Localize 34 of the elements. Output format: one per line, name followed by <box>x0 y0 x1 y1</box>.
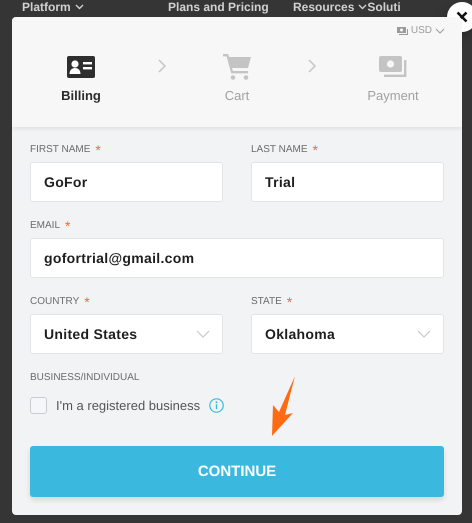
checkbox[interactable] <box>30 397 47 414</box>
cash-icon <box>379 56 407 78</box>
chevron-down-icon <box>196 330 210 338</box>
nav-link[interactable]: Plans and Pricing <box>168 0 269 14</box>
field-label: LAST NAME <box>251 144 308 156</box>
select-field[interactable]: United States <box>30 314 223 354</box>
input-field[interactable]: gofortrial@gmail.com <box>30 238 444 278</box>
field-label: STATE <box>251 296 282 308</box>
chevron-right-icon <box>308 59 316 73</box>
cart-icon <box>223 54 251 80</box>
id-card-icon <box>67 56 95 78</box>
info-icon[interactable] <box>209 398 224 413</box>
close-icon <box>456 11 468 23</box>
required-mark: * <box>286 296 292 308</box>
field-label: FIRST NAME <box>30 144 90 156</box>
select-field[interactable]: Oklahoma <box>251 314 444 354</box>
checkbox-label[interactable]: I'm a registered business <box>56 398 200 413</box>
step-tab[interactable]: Billing <box>61 88 101 103</box>
required-mark: * <box>95 144 101 156</box>
required-mark: * <box>65 220 70 232</box>
nav-link[interactable]: Resources <box>293 0 354 14</box>
chevron-right-icon <box>158 59 166 73</box>
input-field[interactable]: GoFor <box>30 162 223 202</box>
field-label: BUSINESS/INDIVIDUAL <box>30 372 140 384</box>
nav-link[interactable]: Soluti <box>367 0 401 14</box>
chevron-down-icon <box>417 330 431 338</box>
field-label: EMAIL <box>30 220 60 232</box>
chevron-down-icon <box>435 28 445 34</box>
required-mark: * <box>312 144 318 156</box>
field-label: COUNTRY <box>30 296 80 308</box>
required-mark: * <box>84 296 90 308</box>
input-field[interactable]: Trial <box>251 162 444 202</box>
money-icon <box>396 27 408 35</box>
nav-link[interactable]: Platform <box>22 0 71 14</box>
